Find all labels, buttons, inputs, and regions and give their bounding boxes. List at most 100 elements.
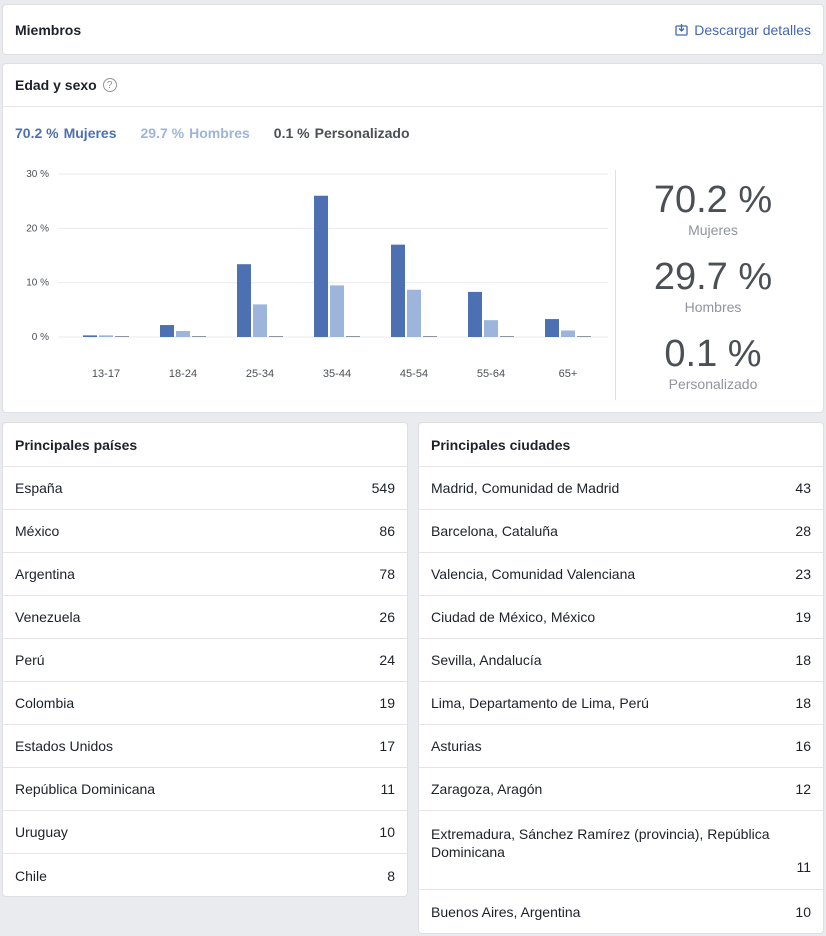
bar-personalizado-35-44[interactable]: [346, 336, 360, 337]
age-gender-title: Edad y sexo: [15, 77, 97, 93]
list-item-name: Colombia: [15, 695, 75, 711]
members-card: Miembros Descargar detalles: [3, 5, 823, 54]
list-item: Ciudad de México, México 19: [419, 596, 823, 639]
x-tick-label: 55-64: [477, 368, 505, 380]
cities-list: Madrid, Comunidad de Madrid 43 Barcelona, …: [419, 467, 823, 933]
list-item: Argentina 78: [3, 553, 407, 596]
list-item: Extremadura, Sánchez Ramírez (provincia)…: [419, 811, 823, 890]
stat-custom-label: Personalizado: [668, 376, 758, 392]
x-tick-label: 45-54: [400, 368, 428, 380]
list-item: Sevilla, Andalucía 18: [419, 639, 823, 682]
y-tick-label: 10 %: [26, 278, 49, 289]
list-item-value: 11: [796, 859, 811, 875]
stat-men-value: 29.7 %: [653, 256, 773, 298]
list-item: España 549: [3, 467, 407, 510]
list-item: Madrid, Comunidad de Madrid 43: [419, 467, 823, 510]
bar-mujeres-25-34[interactable]: [237, 264, 251, 337]
list-item-value: 12: [795, 781, 811, 797]
bar-personalizado-18-24[interactable]: [192, 336, 206, 337]
bar-mujeres-13-17[interactable]: [83, 335, 97, 337]
list-item-name: Lima, Departamento de Lima, Perú: [431, 695, 649, 711]
top-cities-title: Principales ciudades: [419, 423, 823, 467]
bar-mujeres-65+[interactable]: [545, 319, 559, 337]
age-gender-header: Edad y sexo ?: [3, 64, 823, 107]
list-item-name: Buenos Aires, Argentina: [431, 903, 581, 920]
bar-mujeres-55-64[interactable]: [468, 291, 482, 337]
list-item-name: Venezuela: [15, 609, 81, 625]
list-item-value: 86: [379, 523, 395, 539]
list-item: Lima, Departamento de Lima, Perú 18: [419, 682, 823, 725]
y-tick-label: 20 %: [26, 223, 49, 234]
bar-mujeres-45-54[interactable]: [391, 244, 405, 337]
list-item-name: Perú: [15, 652, 45, 668]
chart-divider: [615, 170, 616, 400]
list-item-name: Sevilla, Andalucía: [431, 652, 542, 668]
gender-legend: 70.2 % Mujeres 29.7 % Hombres 0.1 % Persona…: [15, 125, 410, 141]
help-icon[interactable]: ?: [102, 78, 117, 92]
list-item: Perú 24: [3, 639, 407, 682]
x-tick-label: 25-34: [246, 368, 274, 380]
stat-men-label: Hombres: [684, 299, 742, 315]
bar-personalizado-45-54[interactable]: [423, 336, 437, 337]
bar-mujeres-35-44[interactable]: [314, 195, 328, 337]
list-item: Valencia, Comunidad Valenciana 23: [419, 553, 823, 596]
list-item: Venezuela 26: [3, 596, 407, 639]
bar-hombres-25-34[interactable]: [253, 304, 267, 337]
bar-personalizado-25-34[interactable]: [269, 336, 283, 337]
download-details-label: Descargar detalles: [694, 21, 811, 38]
x-tick-label: 35-44: [323, 368, 351, 380]
list-item-value: 18: [795, 652, 811, 668]
bar-hombres-13-17[interactable]: [99, 335, 113, 337]
list-item-value: 10: [379, 824, 395, 840]
bar-hombres-55-64[interactable]: [484, 320, 498, 337]
bar-hombres-35-44[interactable]: [330, 285, 344, 337]
bar-hombres-18-24[interactable]: [176, 331, 190, 337]
stat-women-value: 70.2 %: [653, 179, 773, 221]
list-item-name: Asturias: [431, 738, 482, 754]
bar-hombres-65+[interactable]: [561, 330, 575, 337]
bar-personalizado-55-64[interactable]: [500, 336, 514, 337]
list-item-value: 10: [795, 903, 811, 920]
list-item-name: Ciudad de México, México: [431, 609, 596, 625]
list-item-value: 28: [795, 523, 811, 539]
list-item-name: Chile: [15, 867, 47, 884]
list-item: Asturias 16: [419, 725, 823, 768]
list-item-value: 18: [795, 695, 811, 711]
list-item-value: 43: [795, 480, 811, 496]
stat-women: 70.2 % Mujeres: [633, 180, 793, 238]
list-item: Buenos Aires, Argentina 10: [419, 890, 823, 933]
list-item: Chile 8: [3, 854, 407, 897]
list-item-name: Madrid, Comunidad de Madrid: [431, 480, 620, 496]
stat-custom: 0.1 % Personalizado: [633, 334, 793, 392]
legend-item-custom: 0.1 % Personalizado: [273, 125, 410, 141]
list-item: Barcelona, Cataluña 28: [419, 510, 823, 553]
legend-item-women: 70.2 % Mujeres: [15, 125, 117, 141]
bar-personalizado-13-17[interactable]: [115, 336, 129, 337]
list-item-value: 17: [379, 738, 395, 754]
members-title: Miembros: [15, 21, 82, 38]
list-item-name: Valencia, Comunidad Valenciana: [431, 566, 636, 582]
list-item-value: 24: [379, 652, 395, 668]
list-item-name: Zaragoza, Aragón: [431, 781, 543, 797]
top-countries-title: Principales países: [3, 423, 407, 467]
list-item-name: República Dominicana: [15, 781, 156, 797]
list-item-value: 19: [795, 609, 811, 625]
members-header: Miembros Descargar detalles: [3, 5, 823, 54]
x-tick-label: 13-17: [92, 368, 120, 380]
bar-hombres-45-54[interactable]: [407, 289, 421, 337]
top-countries-card: Principales países España 549 México 86 Arge…: [3, 423, 407, 896]
list-item-name: México: [15, 523, 60, 539]
download-details-link[interactable]: Descargar detalles: [675, 22, 811, 38]
bar-personalizado-65+[interactable]: [577, 336, 591, 337]
list-item-name: España: [15, 480, 63, 496]
list-item-value: 26: [379, 609, 395, 625]
list-item: Uruguay 10: [3, 811, 407, 854]
list-item-name: Estados Unidos: [15, 738, 114, 754]
list-item-name: Barcelona, Cataluña: [431, 523, 558, 539]
list-item-value: 19: [379, 695, 395, 711]
stat-custom-value: 0.1 %: [664, 333, 762, 375]
bar-mujeres-18-24[interactable]: [160, 325, 174, 337]
top-cities-card: Principales ciudades Madrid, Comunidad d…: [419, 423, 823, 933]
list-item-value: 8: [387, 867, 395, 884]
list-item-value: 23: [795, 566, 811, 582]
